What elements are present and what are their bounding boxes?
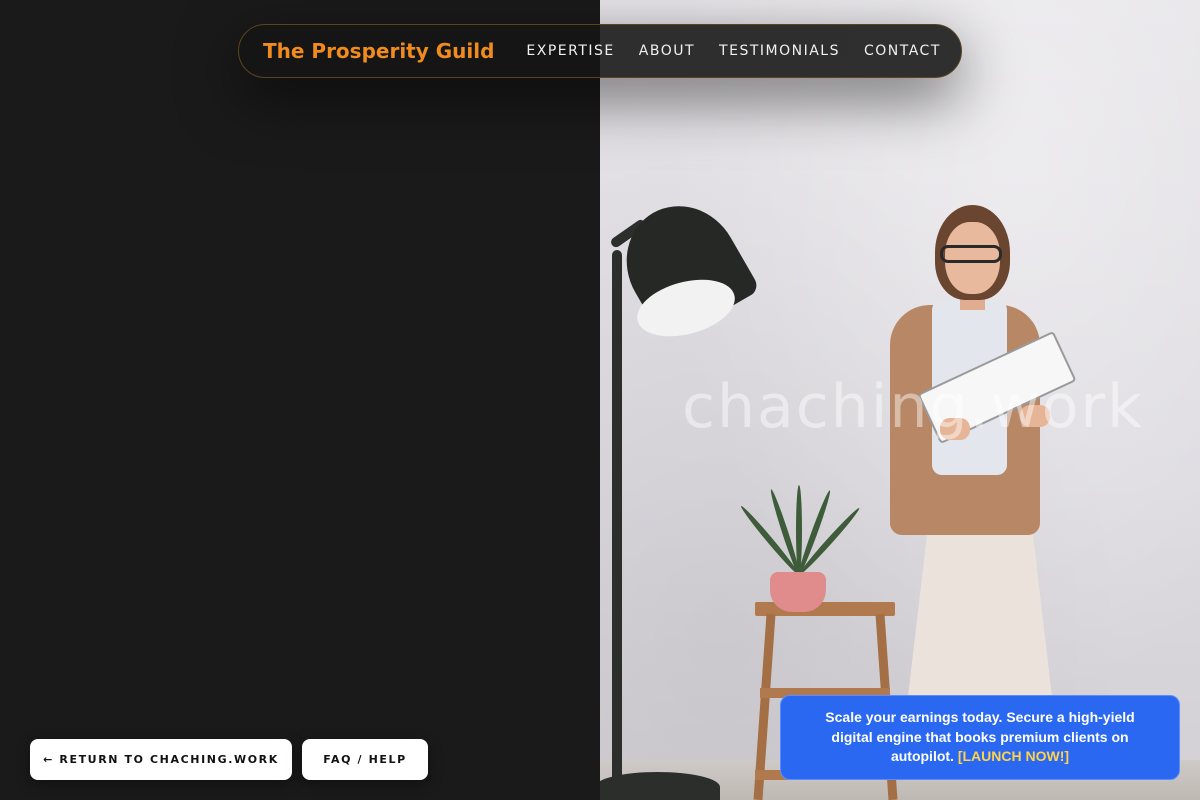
nav-link-contact[interactable]: CONTACT — [864, 43, 941, 59]
promo-banner: Scale your earnings today. Secure a high… — [780, 695, 1180, 780]
faq-help-button[interactable]: FAQ / HELP — [302, 739, 428, 780]
top-navbar: The Prosperity Guild EXPERTISE ABOUT TES… — [238, 24, 962, 78]
left-dark-panel — [0, 0, 600, 800]
nav-link-testimonials[interactable]: TESTIMONIALS — [719, 43, 840, 59]
return-to-chaching-button[interactable]: ← RETURN TO CHACHING.WORK — [30, 739, 292, 780]
floor-lamp-base — [600, 772, 720, 800]
nav-link-expertise[interactable]: EXPERTISE — [526, 43, 614, 59]
plant-pot — [770, 572, 826, 612]
brand-logo[interactable]: The Prosperity Guild — [263, 39, 494, 63]
nav-link-about[interactable]: ABOUT — [639, 43, 695, 59]
floor-lamp-pole — [612, 250, 622, 795]
glasses-icon — [940, 245, 1002, 263]
watermark-text: chaching.work — [682, 372, 1144, 442]
hero-image: chaching.work — [600, 0, 1200, 800]
launch-now-link[interactable]: [LAUNCH NOW!] — [958, 748, 1069, 764]
